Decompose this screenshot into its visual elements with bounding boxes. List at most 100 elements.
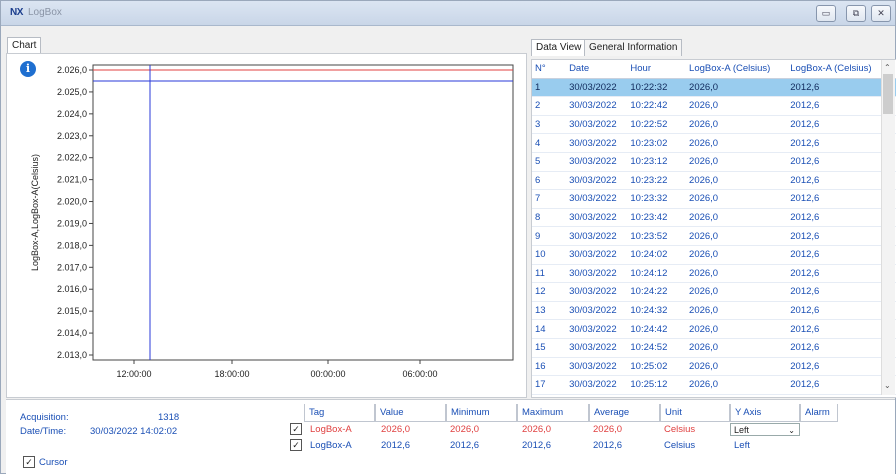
- tag-cell-unit: Celsius: [664, 424, 696, 435]
- y-tick-label: 2.026,0: [57, 65, 87, 75]
- table-row[interactable]: 13 30/03/2022 10:24:32 2026,0 2012,6: [532, 301, 896, 321]
- table-cell: 2026,0: [686, 245, 788, 265]
- restore-button[interactable]: ⧉: [846, 5, 866, 22]
- table-cell: 2012,6: [787, 152, 896, 172]
- table-cell: 13: [532, 301, 567, 321]
- title-bar: NX LogBox ▭ ⧉ ✕: [1, 1, 895, 26]
- vertical-scrollbar[interactable]: ⌃ ⌄: [881, 60, 895, 395]
- tag-column-header[interactable]: Tag: [304, 404, 375, 422]
- y-tick-label: 2.023,0: [57, 131, 87, 141]
- minimize-button[interactable]: ▭: [816, 5, 836, 22]
- table-cell: 2026,0: [686, 133, 788, 153]
- table-cell: 30/03/2022: [566, 96, 628, 116]
- tag-column-header[interactable]: Alarm: [800, 404, 838, 422]
- table-row[interactable]: 12 30/03/2022 10:24:22 2026,0 2012,6: [532, 282, 896, 302]
- x-tick-label: 18:00:00: [214, 369, 249, 379]
- table-cell: 2026,0: [686, 115, 788, 135]
- tab-chart[interactable]: Chart: [7, 37, 42, 54]
- table-row[interactable]: 11 30/03/2022 10:24:12 2026,0 2012,6: [532, 264, 896, 284]
- table-cell: 2026,0: [686, 319, 788, 339]
- tag-column-header[interactable]: Maximum: [517, 404, 589, 422]
- table-cell: 2: [532, 96, 567, 116]
- table-row[interactable]: 8 30/03/2022 10:23:42 2026,0 2012,6: [532, 208, 896, 228]
- table-row[interactable]: 3 30/03/2022 10:22:52 2026,0 2012,6: [532, 115, 896, 135]
- tab-data-view[interactable]: Data View: [531, 39, 587, 56]
- x-tick-label: 12:00:00: [116, 369, 151, 379]
- table-cell: 10:23:42: [627, 208, 687, 228]
- table-cell: 2026,0: [686, 96, 788, 116]
- y-axis-select[interactable]: Left ⌄: [730, 423, 800, 436]
- table-row[interactable]: 9 30/03/2022 10:23:52 2026,0 2012,6: [532, 226, 896, 246]
- column-header[interactable]: LogBox-A (Celsius): [787, 60, 896, 79]
- y-axis-label: LogBox-A,LogBox-A(Celsius): [30, 154, 40, 271]
- table-cell: 10: [532, 245, 567, 265]
- tag-column-header[interactable]: Y Axis: [730, 404, 800, 422]
- table-cell: 2026,0: [686, 301, 788, 321]
- app-logo: NX: [10, 7, 23, 18]
- table-cell: 10:23:12: [627, 152, 687, 172]
- table-cell: 2012,6: [787, 245, 896, 265]
- tag-cell-minimum: 2026,0: [450, 424, 480, 435]
- table-row[interactable]: 6 30/03/2022 10:23:22 2026,0 2012,6: [532, 171, 896, 191]
- table-row[interactable]: 15 30/03/2022 10:24:52 2026,0 2012,6: [532, 338, 896, 358]
- table-row[interactable]: 14 30/03/2022 10:24:42 2026,0 2012,6: [532, 319, 896, 339]
- tag-cell-minimum: 2012,6: [450, 440, 480, 451]
- table-row[interactable]: 5 30/03/2022 10:23:12 2026,0 2012,6: [532, 152, 896, 172]
- table-row[interactable]: 7 30/03/2022 10:23:32 2026,0 2012,6: [532, 189, 896, 209]
- column-header[interactable]: LogBox-A (Celsius): [686, 60, 788, 79]
- table-cell: 30/03/2022: [566, 301, 628, 321]
- x-tick-label: 00:00:00: [310, 369, 345, 379]
- table-cell: 30/03/2022: [566, 152, 628, 172]
- table-row[interactable]: 17 30/03/2022 10:25:12 2026,0 2012,6: [532, 375, 896, 395]
- table-cell: 30/03/2022: [566, 338, 628, 358]
- table-row[interactable]: 4 30/03/2022 10:23:02 2026,0 2012,6: [532, 133, 896, 153]
- line-chart: 2.026,0 2.025,0 2.024,0 2.023,0 2.022,0 2.021…: [30, 64, 514, 379]
- tag-cell-average: 2012,6: [593, 440, 623, 451]
- scroll-down-icon[interactable]: ⌄: [884, 381, 891, 390]
- column-header[interactable]: N°: [532, 60, 567, 79]
- table-cell: 10:23:52: [627, 226, 687, 246]
- table-cell: 30/03/2022: [566, 115, 628, 135]
- datetime-label: Date/Time:: [20, 426, 67, 437]
- close-button[interactable]: ✕: [871, 5, 891, 22]
- tag-column-header[interactable]: Unit: [660, 404, 730, 422]
- table-cell: 30/03/2022: [566, 375, 628, 395]
- table-cell: 2026,0: [686, 357, 788, 377]
- table-row[interactable]: 2 30/03/2022 10:22:42 2026,0 2012,6: [532, 96, 896, 116]
- table-cell: 2012,6: [787, 96, 896, 116]
- table-cell: 10:24:02: [627, 245, 687, 265]
- window-title: LogBox: [28, 7, 62, 18]
- table-cell: 10:24:52: [627, 338, 687, 358]
- table-cell: 10:24:42: [627, 319, 687, 339]
- table-row[interactable]: 10 30/03/2022 10:24:02 2026,0 2012,6: [532, 245, 896, 265]
- y-tick-label: 2.024,0: [57, 109, 87, 119]
- table-cell: 2026,0: [686, 375, 788, 395]
- table-cell: 15: [532, 338, 567, 358]
- tag-visible-checkbox[interactable]: ✓: [290, 439, 302, 451]
- tag-cell-y-axis: Left: [734, 440, 750, 451]
- y-tick-label: 2.020,0: [57, 197, 87, 207]
- table-row[interactable]: 1 30/03/2022 10:22:32 2026,0 2012,6: [532, 78, 896, 98]
- tag-visible-checkbox[interactable]: ✓: [290, 423, 302, 435]
- scroll-up-icon[interactable]: ⌃: [884, 63, 891, 72]
- table-cell: 30/03/2022: [566, 245, 628, 265]
- tag-cell-tag: LogBox-A: [310, 440, 352, 451]
- y-tick-label: 2.017,0: [57, 262, 87, 272]
- tag-column-header[interactable]: Value: [375, 404, 446, 422]
- table-row[interactable]: 16 30/03/2022 10:25:02 2026,0 2012,6: [532, 357, 896, 377]
- scroll-thumb[interactable]: [883, 74, 893, 114]
- acquisition-label: Acquisition:: [20, 412, 69, 423]
- tag-column-header[interactable]: Average: [589, 404, 660, 422]
- tab-general-information[interactable]: General Information: [584, 39, 683, 56]
- table-cell: 30/03/2022: [566, 282, 628, 302]
- table-cell: 5: [532, 152, 567, 172]
- table-cell: 2026,0: [686, 152, 788, 172]
- table-cell: 2026,0: [686, 226, 788, 246]
- table-cell: 12: [532, 282, 567, 302]
- cursor-checkbox[interactable]: ✓: [23, 456, 35, 468]
- column-header[interactable]: Hour: [627, 60, 687, 79]
- table-cell: 2026,0: [686, 189, 788, 209]
- column-header[interactable]: Date: [566, 60, 628, 79]
- tag-column-header[interactable]: Minimum: [446, 404, 517, 422]
- y-axis-select-value: Left: [734, 425, 750, 435]
